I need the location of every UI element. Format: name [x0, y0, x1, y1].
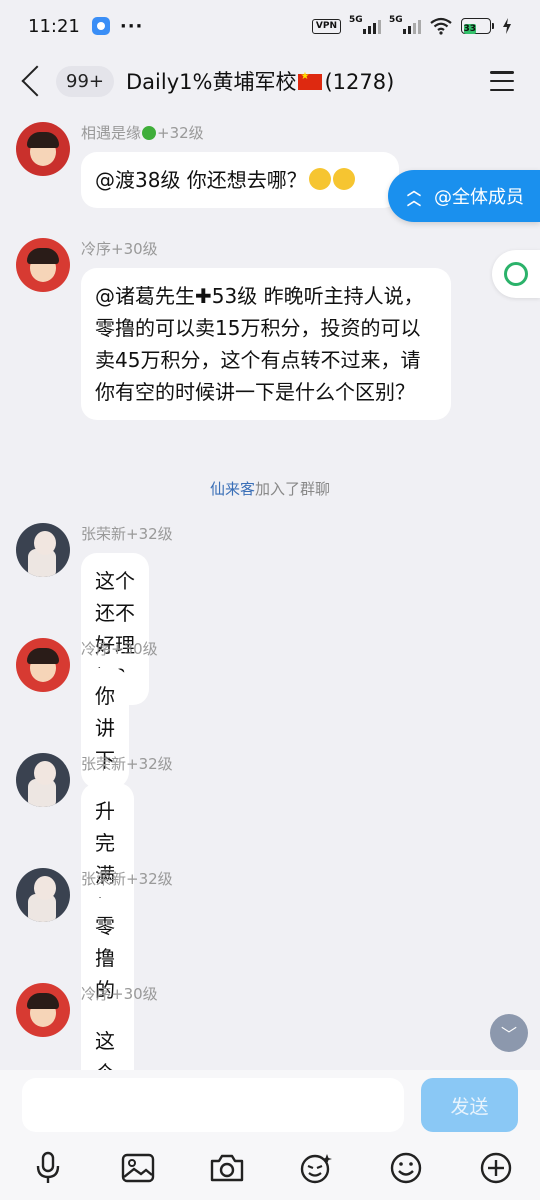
image-icon[interactable]	[120, 1150, 156, 1186]
double-chevron-up-icon: ︿ ︿	[407, 183, 421, 209]
scroll-to-bottom-button[interactable]: ﹀	[490, 1014, 528, 1052]
chat-header: 99+ Daily1%黄埔军校 (1278)	[0, 52, 540, 110]
laughing-emoji-icon	[332, 168, 355, 190]
menu-icon[interactable]	[490, 71, 514, 91]
avatar[interactable]	[16, 122, 70, 176]
message-list[interactable]: 相遇是缘 +32级 @渡38级 你还想去哪？ 冷序+30级 @诸葛先生✚53级 昨…	[0, 110, 540, 1070]
avatar[interactable]	[16, 868, 70, 922]
sender-name[interactable]: 冷序+30级	[81, 638, 158, 659]
sender-name[interactable]: 相遇是缘 +32级	[81, 122, 204, 143]
notification-app-icon	[91, 17, 110, 35]
input-bar: 发送	[0, 1070, 540, 1200]
unread-badge[interactable]: 99+	[56, 65, 114, 97]
chat-title[interactable]: Daily1%黄埔军校 (1278)	[126, 66, 490, 96]
signal-icon-2: 5G	[389, 15, 421, 34]
microphone-icon[interactable]	[30, 1150, 66, 1186]
system-notice: 仙来客加入了群聊	[209, 480, 331, 498]
message-bubble[interactable]: 这个我明白	[81, 1013, 129, 1070]
sender-name[interactable]: 张荣新+32级	[81, 523, 173, 544]
sender-name[interactable]: 冷序+30级	[81, 983, 158, 1004]
avatar[interactable]	[16, 638, 70, 692]
chat-title-text: Daily1%黄埔军校	[126, 70, 297, 94]
battery-icon: 33	[461, 18, 494, 34]
joined-user-link[interactable]: 仙来客	[210, 480, 255, 498]
vpn-icon: VPN	[311, 18, 341, 34]
back-arrow-icon[interactable]	[21, 65, 53, 97]
avatar[interactable]	[16, 983, 70, 1037]
status-bar: 11:21 ··· VPN 5G 5G 33	[0, 0, 540, 52]
input-toolbar	[0, 1146, 540, 1190]
sender-name[interactable]: 张荣新+32级	[81, 753, 173, 774]
chevron-down-icon: ﹀	[500, 1025, 517, 1044]
send-button[interactable]: 发送	[421, 1078, 518, 1132]
plus-mark-icon: ✚	[195, 284, 212, 308]
sender-name[interactable]: 冷序+30级	[81, 238, 158, 259]
sticker-icon[interactable]	[299, 1150, 335, 1186]
laughing-emoji-icon	[308, 168, 331, 190]
avatar[interactable]	[16, 238, 70, 292]
clock: 11:21	[28, 15, 80, 37]
camera-icon[interactable]	[209, 1150, 245, 1186]
avatar[interactable]	[16, 523, 70, 577]
side-app-button[interactable]	[492, 250, 540, 298]
mention-all-button[interactable]: ︿ ︿ @全体成员	[388, 170, 540, 222]
china-flag-icon	[298, 71, 323, 90]
mention-all-label: @全体成员	[434, 187, 524, 208]
more-notifications-icon: ···	[119, 15, 144, 37]
clover-icon	[142, 126, 157, 140]
signal-icon-1: 5G	[349, 15, 381, 34]
message-bubble[interactable]: @诸葛先生✚53级 昨晚听主持人说，零撸的可以卖15万积分，投资的可以卖45万积…	[81, 268, 451, 420]
message-bubble[interactable]: @渡38级 你还想去哪？	[81, 152, 399, 208]
sender-name[interactable]: 张荣新+32级	[81, 868, 173, 889]
plus-icon[interactable]	[478, 1150, 514, 1186]
charging-icon	[503, 18, 511, 34]
message-input[interactable]	[22, 1078, 404, 1132]
emoji-icon[interactable]	[388, 1150, 424, 1186]
member-count: (1278)	[324, 70, 395, 94]
avatar[interactable]	[16, 753, 70, 807]
wifi-icon	[430, 17, 452, 35]
app-logo-icon	[504, 262, 528, 286]
